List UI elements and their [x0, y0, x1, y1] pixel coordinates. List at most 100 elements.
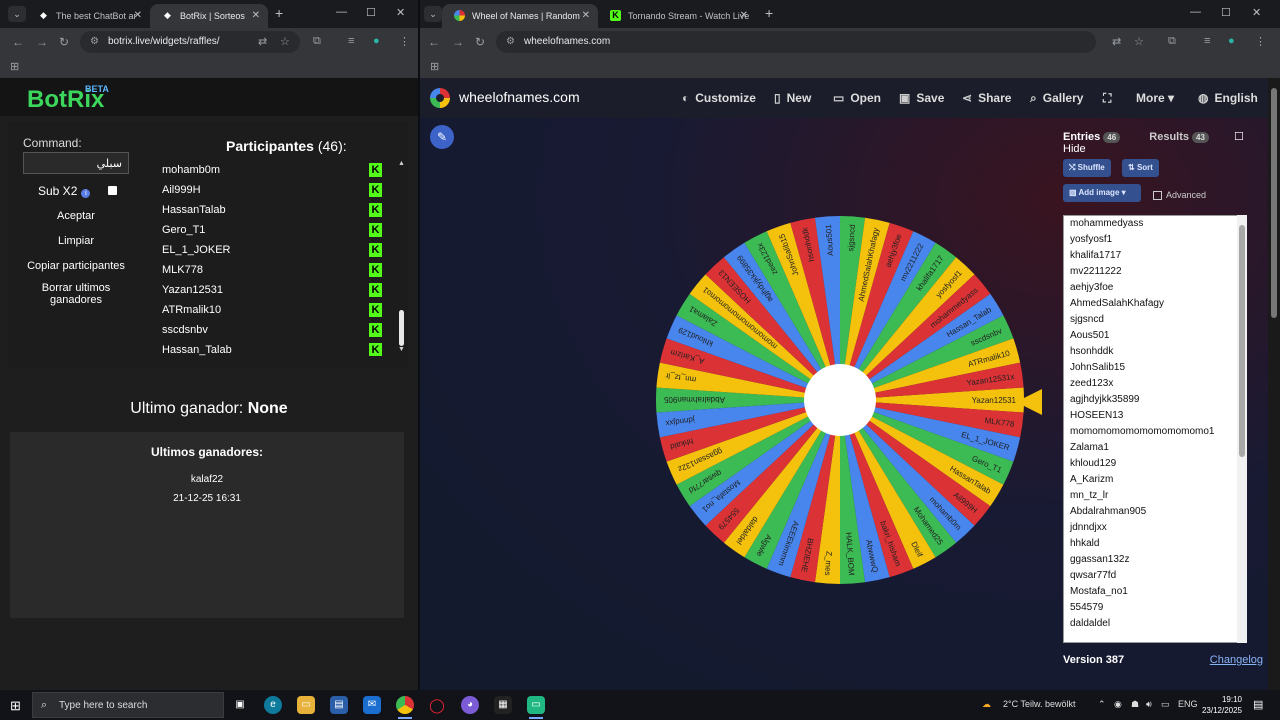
tab-wheel-of-names[interactable]: Wheel of Names | Random ✕ [442, 4, 598, 28]
open-button[interactable]: ▭ Open [833, 91, 881, 105]
media-icon[interactable]: ≡ [1204, 35, 1210, 47]
gallery-button[interactable]: ⌕ Gallery [1030, 91, 1083, 106]
scroll-thumb[interactable] [1271, 88, 1277, 318]
wheel-graphic[interactable]: Yazan12531MLK778EL_1_JOKERGero_T1HassanT… [656, 216, 1024, 584]
wheel-logo-icon[interactable] [430, 88, 450, 108]
site-info-icon[interactable]: ⚙ [90, 36, 99, 47]
opera-icon[interactable]: ◯ [428, 696, 446, 714]
wheel-center-button[interactable] [804, 364, 876, 436]
profile-icon[interactable]: ● [373, 35, 380, 47]
app-icon[interactable]: ▭ [527, 696, 545, 714]
clock[interactable]: 19:10 23/12/2025 [1200, 694, 1242, 716]
weather-text[interactable]: 2°C Teilw. bewölkt [1003, 699, 1075, 709]
scroll-down-icon[interactable]: ▼ [398, 346, 405, 353]
windows-start-icon[interactable]: ⊞ [10, 698, 21, 714]
bookmark-star-icon[interactable]: ☆ [280, 35, 290, 48]
clear-button[interactable]: Limpiar [23, 235, 129, 247]
extensions-icon[interactable]: ⧉ [313, 35, 321, 48]
tray-chevron-icon[interactable]: ⌃ [1098, 699, 1106, 710]
sort-button[interactable]: ⇅ Sort [1122, 159, 1159, 177]
address-bar[interactable]: ⚙ wheelofnames.com [496, 31, 1096, 53]
file-explorer-icon[interactable]: ▭ [297, 696, 315, 714]
copy-participants-button[interactable]: Copiar participantes [23, 260, 129, 272]
scroll-thumb[interactable] [1239, 225, 1245, 457]
store-icon[interactable]: ▤ [330, 696, 348, 714]
close-tab-icon[interactable]: ✕ [134, 10, 142, 21]
edge-icon[interactable]: e [264, 696, 282, 714]
add-image-button[interactable]: ▨ Add image ▾ [1063, 184, 1141, 202]
customize-button[interactable]: ◐ Customize [682, 91, 756, 105]
command-input[interactable] [23, 152, 129, 174]
fullscreen-icon[interactable]: ⛶ [1103, 91, 1111, 106]
media-icon[interactable]: ≡ [348, 35, 354, 47]
close-window-button[interactable]: ✕ [396, 6, 405, 19]
site-title[interactable]: wheelofnames.com [459, 89, 580, 105]
translate-icon[interactable]: ⇄ [1112, 35, 1121, 48]
maximize-button[interactable]: ☐ [366, 6, 376, 19]
tab-search-button[interactable]: ⌄ [424, 6, 442, 22]
translate-icon[interactable]: ⇄ [258, 35, 267, 48]
entries-textarea[interactable]: mohammedyass yosfyosf1 khalifa1717 mv221122… [1063, 215, 1247, 643]
close-tab-icon[interactable]: ✕ [582, 10, 590, 21]
back-icon[interactable]: ← [12, 35, 24, 49]
reload-icon[interactable]: ↻ [59, 35, 69, 49]
new-tab-button[interactable]: + [275, 5, 283, 21]
close-window-button[interactable]: ✕ [1252, 6, 1261, 19]
maximize-button[interactable]: ☐ [1221, 6, 1231, 19]
discord-icon[interactable]: ◕ [461, 696, 479, 714]
profile-icon[interactable]: ● [1228, 35, 1235, 47]
tab-chatbot[interactable]: ◆ The best ChatBot ar ✕ [26, 4, 150, 28]
save-button[interactable]: ▣ Save [899, 91, 944, 105]
entries-scrollbar[interactable] [1237, 215, 1247, 643]
accept-button[interactable]: Aceptar [23, 210, 129, 222]
tab-kick-stream[interactable]: K Tornando Stream - Watch Live ✕ [598, 4, 756, 28]
mail-icon[interactable]: ✉ [363, 696, 381, 714]
taskbar-search[interactable]: ⌕ Type here to search [32, 692, 224, 718]
tab-entries[interactable]: Entries 46 [1063, 131, 1121, 143]
minimize-button[interactable]: — [336, 6, 347, 18]
new-button[interactable]: ▯ New [774, 91, 811, 105]
extensions-icon[interactable]: ⧉ [1168, 35, 1176, 48]
network-icon[interactable]: ▭ [1161, 699, 1170, 710]
forward-icon[interactable]: → [36, 35, 48, 49]
tab-search-button[interactable]: ⌄ [8, 6, 26, 22]
edit-pencil-icon[interactable]: ✎ [430, 125, 454, 149]
chrome-icon[interactable] [396, 696, 414, 714]
wheel[interactable]: Yazan12531 MLK778 EL_1_JOKER Gero_T1 HassanT… [656, 216, 1024, 584]
language-indicator[interactable]: ENG [1178, 699, 1198, 709]
apps-grid-icon[interactable]: ⊞ [430, 60, 439, 73]
volume-icon[interactable]: 🔊︎ [1146, 699, 1152, 710]
participants-list[interactable]: mohamb0m K Ail999H K HassanTalab K Gero_T1 K EL_… [148, 160, 388, 356]
delete-winners-button[interactable]: Borrar ultimos ganadores [23, 282, 129, 306]
bookmark-star-icon[interactable]: ☆ [1134, 35, 1144, 48]
minimize-button[interactable]: — [1190, 6, 1201, 18]
sub-x2-checkbox[interactable] [108, 186, 117, 195]
bluetooth-icon[interactable]: ☗ [1131, 699, 1139, 710]
terminal-icon[interactable]: ▦ [494, 696, 512, 714]
tab-botrix[interactable]: ◆ BotRix | Sorteos ✕ [150, 4, 268, 28]
reload-icon[interactable]: ↻ [475, 35, 485, 49]
scroll-up-icon[interactable]: ▲ [398, 160, 405, 167]
menu-icon[interactable]: ⋮ [1255, 35, 1266, 48]
info-icon[interactable]: i [81, 189, 91, 198]
changelog-link[interactable]: Changelog [1210, 654, 1263, 666]
back-icon[interactable]: ← [428, 35, 440, 49]
forward-icon[interactable]: → [452, 35, 464, 49]
tray-app-icon[interactable]: ◉ [1114, 699, 1122, 710]
close-tab-icon[interactable]: ✕ [740, 10, 748, 21]
close-tab-icon[interactable]: ✕ [252, 10, 260, 21]
site-info-icon[interactable]: ⚙ [506, 36, 515, 47]
menu-icon[interactable]: ⋮ [399, 35, 410, 48]
notification-icon[interactable]: ▤ [1253, 698, 1263, 711]
task-view-icon[interactable]: ▣ [231, 696, 249, 714]
apps-grid-icon[interactable]: ⊞ [10, 60, 19, 73]
participants-scrollbar[interactable]: ▲ ▼ [398, 160, 406, 356]
shuffle-button[interactable]: ⤭ Shuffle [1063, 159, 1111, 177]
more-button[interactable]: More ▾ [1136, 91, 1174, 105]
page-scrollbar[interactable] [1268, 78, 1280, 690]
tab-results[interactable]: Results 43 [1149, 131, 1209, 143]
language-button[interactable]: ◍ English [1198, 91, 1258, 105]
scroll-thumb[interactable] [399, 310, 404, 346]
advanced-checkbox[interactable]: Advanced [1153, 190, 1206, 201]
share-button[interactable]: ⋖ Share [962, 91, 1011, 105]
